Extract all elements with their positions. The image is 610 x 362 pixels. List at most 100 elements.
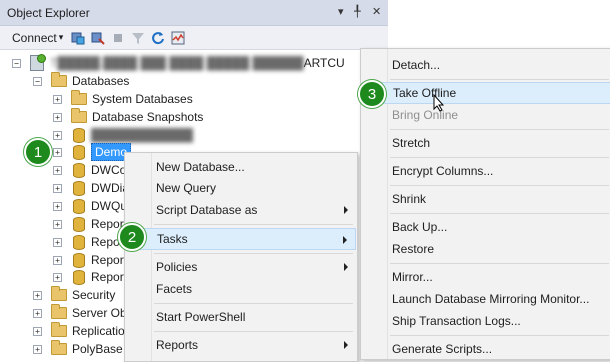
menu-item-label: New Query bbox=[156, 181, 217, 195]
expand-icon[interactable]: + bbox=[53, 219, 62, 229]
menu-separator bbox=[390, 213, 609, 214]
menu-separator bbox=[390, 79, 609, 80]
expand-icon[interactable]: + bbox=[53, 183, 62, 193]
connect-button[interactable]: Connect ▾ bbox=[12, 31, 63, 45]
menu-item-take-offline[interactable]: Take Offline bbox=[362, 82, 610, 104]
server-node[interactable]: − T█████.████ ███ ████ █████ ██████ ARTC… bbox=[12, 54, 345, 72]
expand-icon[interactable]: + bbox=[33, 326, 42, 336]
menu-item-new-query[interactable]: New Query bbox=[126, 177, 356, 199]
panel-title: Object Explorer bbox=[7, 5, 90, 20]
menu-separator bbox=[154, 331, 353, 332]
folder-icon bbox=[51, 304, 67, 319]
polybase-node[interactable]: + PolyBase bbox=[33, 340, 123, 358]
submenu-arrow-icon bbox=[344, 341, 348, 349]
system-databases-label: System Databases bbox=[92, 92, 193, 106]
menu-item-encrypt-columns[interactable]: Encrypt Columns... bbox=[362, 160, 610, 182]
server-name-suffix: ARTCU bbox=[303, 56, 345, 70]
menu-item-bring-online: Bring Online bbox=[362, 104, 610, 126]
database-snapshots-node[interactable]: + Database Snapshots bbox=[53, 108, 203, 126]
expand-icon[interactable]: + bbox=[53, 112, 62, 122]
server-objects-node[interactable]: + Server Obj bbox=[33, 304, 129, 322]
expand-icon[interactable]: + bbox=[53, 165, 62, 175]
menu-item-new-database[interactable]: New Database... bbox=[126, 156, 356, 178]
security-node[interactable]: + Security bbox=[33, 286, 115, 304]
demo-database-node[interactable]: + Demo bbox=[53, 143, 132, 161]
menu-item-tasks[interactable]: Tasks bbox=[126, 228, 356, 250]
filter-icon[interactable] bbox=[131, 31, 145, 45]
menu-item-label: Restore bbox=[392, 242, 435, 256]
database-node[interactable]: + DWQu bbox=[53, 197, 127, 215]
database-icon bbox=[73, 162, 85, 178]
expand-icon[interactable]: + bbox=[53, 147, 62, 157]
activity-monitor-icon[interactable] bbox=[171, 31, 185, 45]
menu-item-shrink[interactable]: Shrink bbox=[362, 188, 610, 210]
menu-item-label: Shrink bbox=[392, 192, 427, 206]
expand-icon[interactable]: + bbox=[53, 94, 62, 104]
menu-item-launch-mirroring-monitor[interactable]: Launch Database Mirroring Monitor... bbox=[362, 288, 610, 310]
system-databases-node[interactable]: + System Databases bbox=[53, 90, 193, 108]
tasks-submenu: Detach... Take Offline Bring Online Stre… bbox=[360, 48, 610, 360]
pin-icon[interactable]: ╀ bbox=[354, 5, 361, 18]
database-node[interactable]: + Report bbox=[53, 251, 127, 269]
expand-icon[interactable]: + bbox=[53, 255, 62, 265]
database-icon bbox=[73, 269, 85, 285]
collapse-icon[interactable]: − bbox=[12, 58, 21, 68]
menu-separator bbox=[154, 303, 353, 304]
expand-icon[interactable]: + bbox=[33, 290, 42, 300]
database-node[interactable]: + Report bbox=[53, 268, 127, 286]
menu-item-label: Stretch bbox=[392, 136, 431, 150]
window-position-icon[interactable]: ▾ bbox=[338, 5, 344, 18]
redacted-database-node[interactable]: + ████████████ bbox=[53, 126, 193, 144]
step-badge-2: 2 bbox=[118, 223, 146, 251]
menu-item-script-database-as[interactable]: Script Database as bbox=[126, 199, 356, 221]
database-icon bbox=[73, 198, 85, 214]
database-node[interactable]: + DWDia bbox=[53, 179, 129, 197]
object-explorer-toolbar: Connect ▾ bbox=[0, 26, 388, 50]
menu-item-label: Mirror... bbox=[392, 270, 433, 284]
expand-icon[interactable]: + bbox=[53, 237, 62, 247]
close-icon[interactable]: ✕ bbox=[372, 5, 381, 18]
submenu-arrow-icon bbox=[344, 206, 348, 214]
folder-icon bbox=[71, 108, 87, 123]
step-badge-3: 3 bbox=[358, 80, 386, 108]
menu-item-policies[interactable]: Policies bbox=[126, 256, 356, 278]
menu-separator bbox=[390, 185, 609, 186]
database-node[interactable]: + Report bbox=[53, 233, 127, 251]
replication-node[interactable]: + Replication bbox=[33, 322, 131, 340]
database-icon bbox=[73, 216, 85, 232]
menu-separator bbox=[154, 253, 353, 254]
menu-item-label: Take Offline bbox=[393, 86, 457, 100]
database-name-redacted: ████████████ bbox=[91, 128, 194, 142]
expand-icon[interactable]: + bbox=[33, 308, 42, 318]
folder-icon bbox=[51, 340, 67, 355]
database-node[interactable]: + DWCo bbox=[53, 161, 126, 179]
expand-icon[interactable]: + bbox=[53, 272, 62, 282]
connect-object-explorer-icon[interactable] bbox=[71, 31, 85, 45]
databases-node[interactable]: − Databases bbox=[33, 72, 129, 90]
menu-item-start-powershell[interactable]: Start PowerShell bbox=[126, 306, 356, 328]
menu-item-label: Back Up... bbox=[392, 220, 448, 234]
collapse-icon[interactable]: − bbox=[33, 76, 42, 86]
disconnect-icon[interactable] bbox=[91, 31, 105, 45]
refresh-icon[interactable] bbox=[151, 31, 165, 45]
menu-item-detach[interactable]: Detach... bbox=[362, 54, 610, 76]
menu-item-back-up[interactable]: Back Up... bbox=[362, 216, 610, 238]
expand-icon[interactable]: + bbox=[53, 201, 62, 211]
menu-item-label: Ship Transaction Logs... bbox=[392, 314, 521, 328]
menu-item-label: Reports bbox=[156, 338, 199, 352]
menu-item-facets[interactable]: Facets bbox=[126, 278, 356, 300]
menu-item-reports[interactable]: Reports bbox=[126, 334, 356, 356]
menu-item-label: Generate Scripts... bbox=[392, 342, 493, 356]
menu-item-label: Bring Online bbox=[392, 108, 459, 122]
menu-item-ship-transaction-logs[interactable]: Ship Transaction Logs... bbox=[362, 310, 610, 332]
database-node[interactable]: + Report bbox=[53, 215, 127, 233]
menu-item-restore[interactable]: Restore bbox=[362, 238, 610, 260]
expand-icon[interactable]: + bbox=[33, 344, 42, 354]
menu-item-mirror[interactable]: Mirror... bbox=[362, 266, 610, 288]
chevron-down-icon: ▾ bbox=[58, 32, 64, 42]
menu-item-label: Tasks bbox=[157, 232, 188, 246]
folder-icon bbox=[51, 322, 67, 337]
stop-icon[interactable] bbox=[111, 31, 125, 45]
expand-icon[interactable]: + bbox=[53, 130, 62, 140]
menu-item-stretch[interactable]: Stretch bbox=[362, 132, 610, 154]
